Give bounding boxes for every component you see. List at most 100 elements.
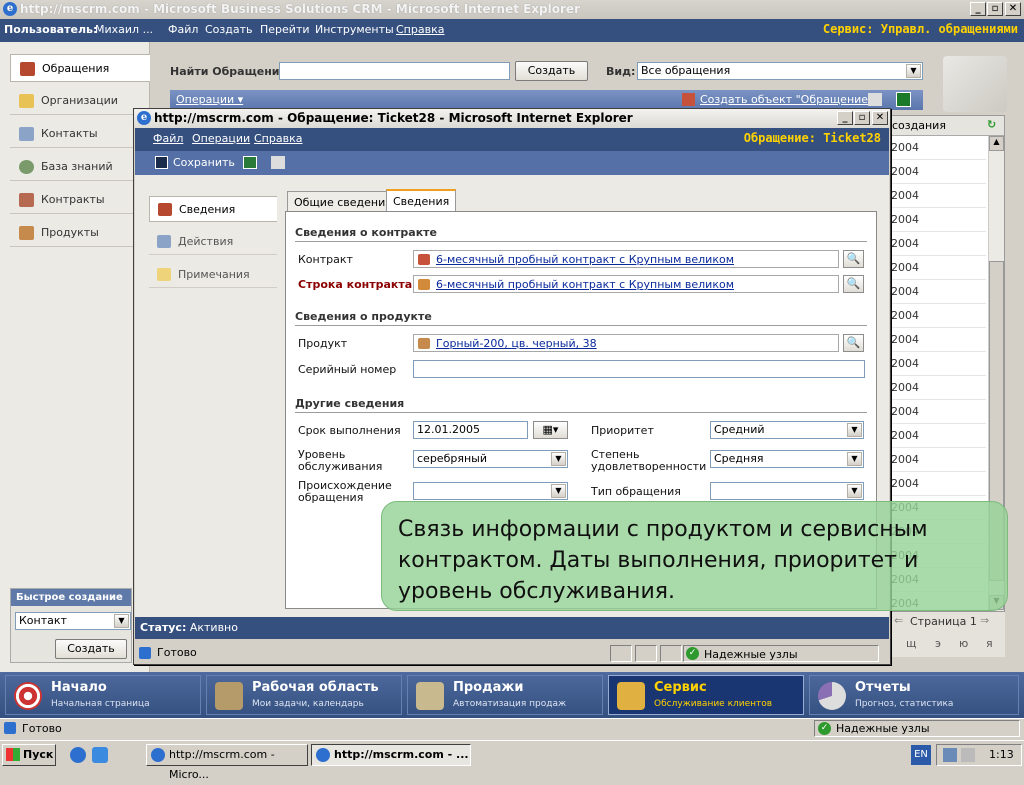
alpha-e[interactable]: э (935, 637, 941, 650)
table-row[interactable]: 2004 (891, 448, 986, 472)
case-type-select[interactable]: ▼ (710, 482, 864, 500)
nav-workplace[interactable]: Рабочая область Мои задачи, календарь (206, 675, 402, 715)
create-case-link[interactable]: Создать объект "Обращение" (700, 93, 873, 106)
origin-select[interactable]: ▼ (413, 482, 568, 500)
contract-line-lookup-button[interactable]: 🔍 (843, 275, 864, 293)
print-icon[interactable] (271, 156, 285, 169)
network-icon[interactable] (943, 748, 957, 762)
case-menu-help[interactable]: Справка (254, 132, 302, 145)
nav-service[interactable]: Сервис Обслуживание клиентов (608, 675, 804, 715)
maximize-icon[interactable]: ▫ (854, 111, 870, 125)
close-icon[interactable]: ✕ (872, 111, 888, 125)
maximize-icon[interactable]: ▫ (987, 2, 1003, 16)
save-close-icon[interactable] (243, 156, 257, 169)
nav-item-cases[interactable]: Обращения (10, 54, 150, 82)
view-label: Вид: (606, 65, 636, 78)
menu-file[interactable]: Файл (168, 23, 198, 36)
contract-line-link[interactable]: 6-месячный пробный контракт с Крупным ве… (436, 278, 734, 291)
nav-item-label: Контракты (41, 193, 105, 206)
save-icon[interactable] (155, 156, 168, 169)
table-row[interactable]: 2004 (891, 304, 986, 328)
language-indicator[interactable]: EN (911, 745, 931, 765)
priority-select[interactable]: Средний ▼ (710, 421, 864, 439)
quick-create-select[interactable]: Контакт ▼ (15, 612, 131, 630)
ie-quicklaunch-icon[interactable] (70, 747, 86, 763)
table-row[interactable]: 2004 (891, 328, 986, 352)
case-menu-file[interactable]: Файл (153, 132, 183, 145)
minimize-icon[interactable]: _ (970, 2, 986, 16)
contract-lookup-button[interactable]: 🔍 (843, 250, 864, 268)
table-row[interactable]: 2004 (891, 376, 986, 400)
menu-create[interactable]: Создать (205, 23, 253, 36)
case-menu-operations[interactable]: Операции (192, 132, 250, 145)
table-row[interactable]: 2004 (891, 184, 986, 208)
contract-lookup[interactable]: 6-месячный пробный контракт с Крупным ве… (413, 250, 839, 268)
scroll-up-icon[interactable]: ▲ (989, 136, 1004, 151)
alpha-shch[interactable]: щ (906, 637, 916, 650)
contract-line-lookup[interactable]: 6-месячный пробный контракт с Крупным ве… (413, 275, 839, 293)
service-icon (617, 682, 645, 710)
left-tab-activities[interactable]: Действия (149, 229, 277, 255)
nav-item-contracts[interactable]: Контракты (10, 186, 150, 214)
outlook-quicklaunch-icon[interactable] (92, 747, 108, 763)
volume-icon[interactable] (961, 748, 975, 762)
close-icon[interactable]: ✕ (1005, 2, 1021, 16)
satisfaction-select[interactable]: Средняя ▼ (710, 450, 864, 468)
left-nav: Обращения Организации Контакты База знан… (0, 42, 150, 672)
nav-item-kb[interactable]: База знаний (10, 153, 150, 181)
menu-tools[interactable]: Инструменты (315, 23, 394, 36)
nav-item-contacts[interactable]: Контакты (10, 120, 150, 148)
excel-export-icon[interactable] (896, 92, 911, 107)
nav-item-accounts[interactable]: Организации (10, 87, 150, 115)
table-row[interactable]: 2004 (891, 472, 986, 496)
tab-general[interactable]: Общие сведения (287, 191, 399, 213)
table-row[interactable]: 2004 (891, 208, 986, 232)
trusted-zone-icon: ✓ (686, 647, 699, 660)
nav-item-products[interactable]: Продукты (10, 219, 150, 247)
start-button[interactable]: Пуск (2, 744, 56, 766)
calendar-icon[interactable]: ▦▾ (533, 421, 568, 439)
user-name[interactable]: Михаил ... (95, 23, 153, 36)
grid-header-created[interactable]: создания (892, 119, 946, 132)
table-row[interactable]: 2004 (891, 424, 986, 448)
table-row[interactable]: 2004 (891, 352, 986, 376)
tab-details[interactable]: Сведения (386, 189, 457, 213)
refresh-icon[interactable]: ↻ (987, 118, 996, 131)
nav-reports[interactable]: Отчеты Прогноз, статистика (809, 675, 1019, 715)
product-lookup[interactable]: Горный-200, цв. черный, 38 (413, 334, 839, 352)
table-row[interactable]: 2004 (891, 160, 986, 184)
alpha-ya[interactable]: я (986, 637, 993, 650)
table-row[interactable]: 2004 (891, 256, 986, 280)
product-link[interactable]: Горный-200, цв. черный, 38 (436, 337, 597, 350)
product-lookup-button[interactable]: 🔍 (843, 334, 864, 352)
minimize-icon[interactable]: _ (837, 111, 853, 125)
operations-menu[interactable]: Операции ▾ (176, 93, 243, 106)
service-level-select[interactable]: серебряный ▼ (413, 450, 568, 468)
save-button[interactable]: Сохранить (173, 156, 235, 169)
next-page-icon[interactable]: ⇒ (980, 614, 989, 627)
nav-service-title: Сервис (654, 680, 707, 695)
alpha-yu[interactable]: ю (959, 637, 968, 650)
table-row[interactable]: 2004 (891, 280, 986, 304)
case-type-label: Тип обращения (591, 485, 681, 498)
left-tab-details[interactable]: Сведения (149, 196, 277, 222)
quick-create-button[interactable]: Создать (55, 639, 127, 659)
taskbar-item-case[interactable]: http://mscrm.com - ... (311, 744, 471, 766)
table-row[interactable]: 2004 (891, 232, 986, 256)
menu-go[interactable]: Перейти (260, 23, 310, 36)
menu-help[interactable]: Справка (396, 23, 444, 36)
due-date-input[interactable]: 12.01.2005 (413, 421, 528, 439)
view-select[interactable]: Все обращения ▼ (637, 62, 923, 80)
prev-page-icon[interactable]: ⇐ (894, 614, 903, 627)
nav-sales[interactable]: Продажи Автоматизация продаж (407, 675, 603, 715)
contract-link[interactable]: 6-месячный пробный контракт с Крупным ве… (436, 253, 734, 266)
find-input[interactable] (279, 62, 510, 80)
table-row[interactable]: 2004 (891, 136, 986, 160)
print-icon[interactable] (868, 93, 882, 106)
nav-home[interactable]: Начало Начальная страница (5, 675, 201, 715)
find-create-button[interactable]: Создать (515, 61, 588, 81)
taskbar-item-crm[interactable]: http://mscrm.com - Micro... (146, 744, 308, 781)
serial-input[interactable] (413, 360, 865, 378)
table-row[interactable]: 2004 (891, 400, 986, 424)
left-tab-notes[interactable]: Примечания (149, 262, 277, 288)
